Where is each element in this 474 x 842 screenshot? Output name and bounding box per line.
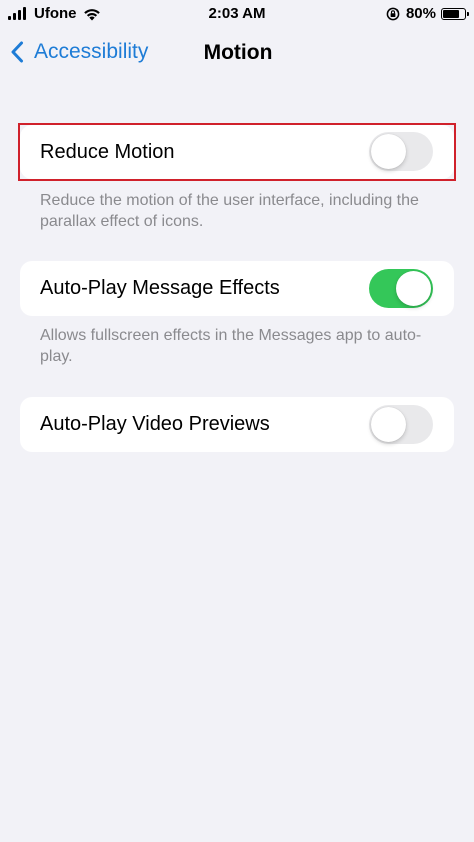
auto-play-message-effects-label: Auto-Play Message Effects xyxy=(40,277,280,299)
auto-play-message-effects-footer: Allows fullscreen effects in the Message… xyxy=(40,327,422,365)
battery-icon xyxy=(441,7,469,20)
status-right: 80% xyxy=(386,5,469,22)
reduce-motion-footer: Reduce the motion of the user interface,… xyxy=(40,192,419,230)
auto-play-video-previews-label: Auto-Play Video Previews xyxy=(40,413,270,435)
reduce-motion-row: Reduce Motion xyxy=(20,125,454,179)
reduce-motion-toggle[interactable] xyxy=(369,132,433,171)
auto-play-video-previews-row: Auto-Play Video Previews xyxy=(20,397,454,452)
status-bar: Ufone 2:03 AM 80% xyxy=(0,0,474,28)
auto-play-video-previews-toggle[interactable] xyxy=(369,405,433,444)
auto-play-message-effects-row: Auto-Play Message Effects xyxy=(20,261,454,316)
rotation-lock-icon xyxy=(386,7,400,20)
toggle-knob xyxy=(396,271,431,306)
auto-play-message-effects-toggle[interactable] xyxy=(369,269,433,308)
toggle-knob xyxy=(371,407,406,442)
motion-settings-screen: Ufone 2:03 AM 80% Accessibility Motion R… xyxy=(0,0,474,842)
reduce-motion-label: Reduce Motion xyxy=(40,141,175,163)
navigation-bar: Accessibility Motion xyxy=(0,28,474,78)
toggle-knob xyxy=(371,134,406,169)
page-title: Motion xyxy=(203,41,273,64)
battery-percent: 80% xyxy=(405,5,436,22)
